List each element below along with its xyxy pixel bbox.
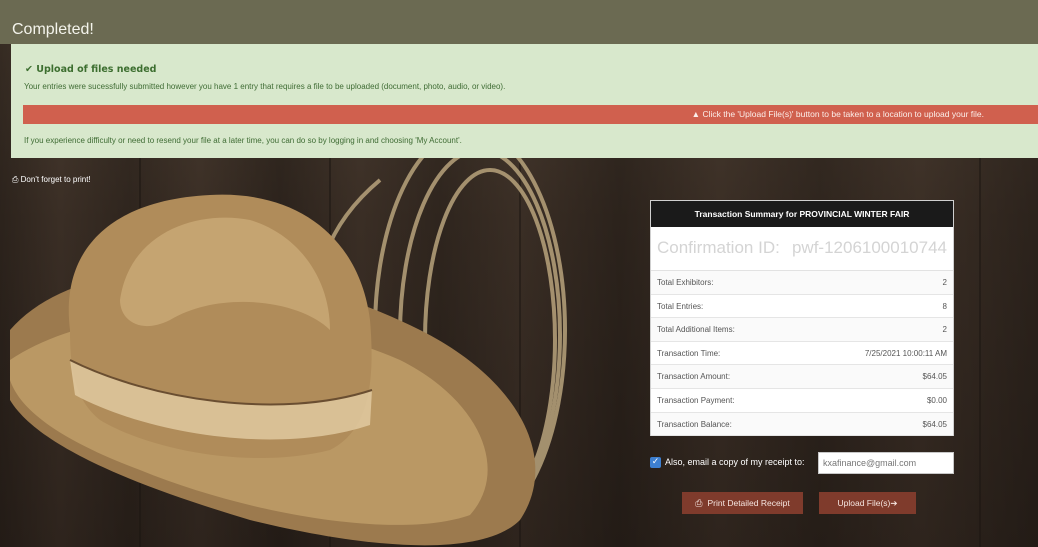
confirmation-row: Confirmation ID: pwf-1206100010744 (651, 227, 953, 271)
summary-row-value: $64.05 (922, 372, 947, 382)
summary-row-value: 8 (942, 301, 947, 311)
upload-button-label: Upload File(s) (837, 498, 891, 508)
summary-row: Total Additional Items: 2 (651, 318, 953, 342)
page-title: Completed! (12, 21, 94, 38)
check-icon: ✔ (25, 64, 33, 75)
upload-needed-alert: ✔ Upload of files needed Your entries we… (11, 44, 1038, 158)
transaction-summary-panel: Transaction Summary for PROVINCIAL WINTE… (650, 200, 954, 437)
alert-title-text: Upload of files needed (36, 64, 157, 75)
email-receipt-input[interactable] (818, 452, 954, 474)
warning-icon: ▲ (691, 109, 701, 119)
printer-icon: ⎙ (695, 498, 703, 508)
summary-row-label: Transaction Time: (657, 348, 721, 358)
confirmation-id: pwf-1206100010744 (791, 238, 947, 257)
email-receipt-checkbox[interactable]: ✓ (650, 457, 661, 468)
alert-footer: If you experience difficulty or need to … (24, 136, 462, 145)
alert-message: Your entries were sucessfully submitted … (24, 82, 506, 91)
summary-row-label: Transaction Payment: (657, 395, 735, 405)
print-detailed-receipt-button[interactable]: ⎙ Print Detailed Receipt (682, 492, 803, 514)
summary-header: Transaction Summary for PROVINCIAL WINTE… (651, 201, 953, 227)
print-reminder-link[interactable]: ⎙ Don't forget to print! (12, 175, 91, 185)
summary-row-value: 2 (942, 325, 947, 335)
summary-row-value: $64.05 (922, 419, 947, 429)
summary-row-value: 2 (942, 278, 947, 287)
summary-rows: Total Exhibitors: 2 Total Entries: 8 Tot… (651, 271, 953, 437)
print-reminder-label: Don't forget to print! (20, 175, 91, 184)
summary-row: Transaction Time: 7/25/2021 10:00:11 AM (651, 342, 953, 366)
printer-icon: ⎙ (12, 175, 19, 184)
summary-row: Transaction Balance: $64.05 (651, 412, 953, 437)
title-bar (0, 0, 1038, 44)
summary-row-value: 7/25/2021 10:00:11 AM (864, 348, 947, 358)
email-receipt-label: Also, email a copy of my receipt to: (665, 457, 805, 467)
upload-instruction-text: Click the 'Upload File(s)' button to be … (702, 109, 984, 119)
summary-row: Total Entries: 8 (651, 295, 953, 319)
upload-files-button[interactable]: Upload File(s)➔ (819, 492, 916, 514)
summary-row-label: Total Entries: (657, 301, 704, 311)
email-receipt-row: ✓ Also, email a copy of my receipt to: (650, 452, 955, 474)
alert-title: ✔ Upload of files needed (25, 64, 156, 75)
summary-row-label: Total Additional Items: (657, 325, 735, 335)
confirmation-label: Confirmation ID: (657, 238, 780, 257)
summary-row-label: Transaction Amount: (657, 372, 731, 382)
summary-row-value: $0.00 (926, 395, 947, 405)
upload-instruction-banner: ▲ Click the 'Upload File(s)' button to b… (23, 105, 1038, 124)
summary-row: Transaction Amount: $64.05 (651, 365, 953, 389)
summary-row-label: Total Exhibitors: (657, 278, 714, 287)
summary-row-label: Transaction Balance: (657, 419, 732, 429)
print-button-label: Print Detailed Receipt (707, 498, 790, 508)
summary-row: Transaction Payment: $0.00 (651, 389, 953, 413)
arrow-right-icon: ➔ (890, 498, 898, 508)
summary-row: Total Exhibitors: 2 (651, 271, 953, 295)
